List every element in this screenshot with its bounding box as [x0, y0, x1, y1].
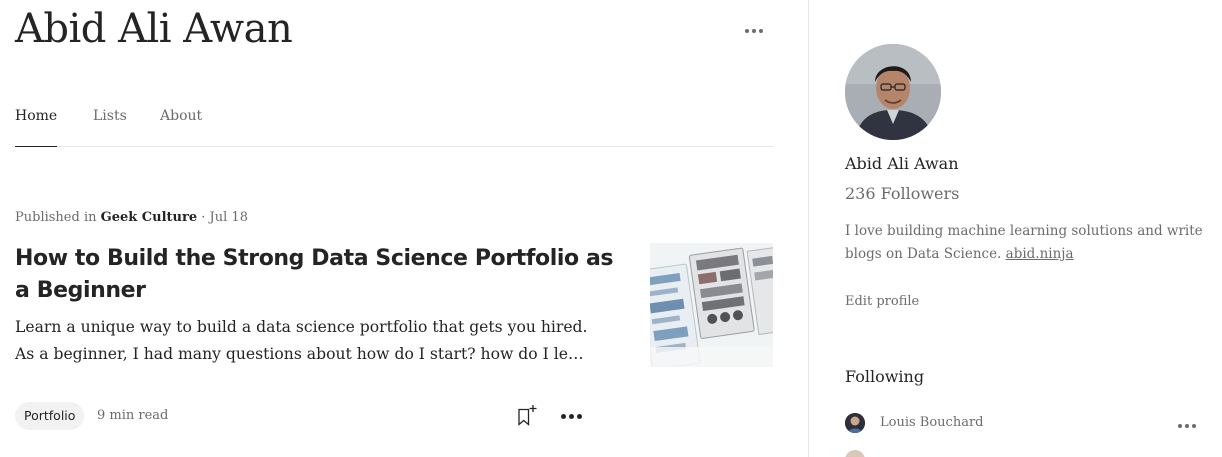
tag-chip[interactable]: Portfolio	[15, 402, 85, 430]
article-date: Jul 18	[209, 210, 248, 225]
article-title[interactable]: How to Build the Strong Data Science Por…	[15, 243, 625, 307]
excerpt-line: As a beginner, I had many questions abou…	[15, 345, 590, 363]
publication-line: Published in Geek Culture · Jul 18	[15, 210, 248, 225]
excerpt-line: Learn a unique way to build a data scien…	[15, 318, 588, 336]
following-name: Louis Bouchard	[880, 415, 984, 430]
more-options-icon[interactable]	[561, 414, 582, 419]
wireframe-sketches-image	[650, 243, 773, 367]
following-heading: Following	[845, 367, 925, 386]
article-excerpt[interactable]: Learn a unique way to build a data scien…	[15, 314, 590, 368]
bookmark-add-icon[interactable]	[516, 404, 538, 430]
edit-profile-link[interactable]: Edit profile	[845, 294, 919, 309]
sidebar-profile-name: Abid Ali Awan	[845, 154, 959, 173]
avatar[interactable]	[845, 44, 941, 140]
publication-link[interactable]: Geek Culture	[101, 210, 198, 225]
separator-dot: ·	[201, 210, 206, 225]
profile-tabs: Home Lists About	[15, 106, 773, 147]
following-avatar	[845, 413, 865, 433]
more-options-icon[interactable]	[1178, 424, 1196, 428]
main-content: Abid Ali Awan Home Lists About Published…	[0, 0, 808, 457]
read-time: 9 min read	[97, 408, 169, 423]
article-thumbnail[interactable]	[650, 243, 773, 367]
profile-title: Abid Ali Awan	[15, 6, 293, 52]
tab-home[interactable]: Home	[15, 108, 57, 124]
tab-about[interactable]: About	[160, 108, 202, 124]
following-avatar[interactable]	[845, 450, 865, 457]
followers-count[interactable]: 236 Followers	[845, 184, 959, 203]
profile-photo	[845, 44, 941, 140]
profile-bio: I love building machine learning solutio…	[845, 220, 1215, 266]
following-item[interactable]: Louis Bouchard	[845, 413, 1195, 435]
sidebar-divider	[808, 0, 809, 457]
more-options-icon[interactable]	[745, 29, 763, 33]
active-tab-indicator	[15, 146, 57, 147]
bio-link[interactable]: abid.ninja	[1006, 246, 1074, 262]
tab-lists[interactable]: Lists	[93, 108, 127, 124]
published-prefix: Published in	[15, 210, 97, 225]
